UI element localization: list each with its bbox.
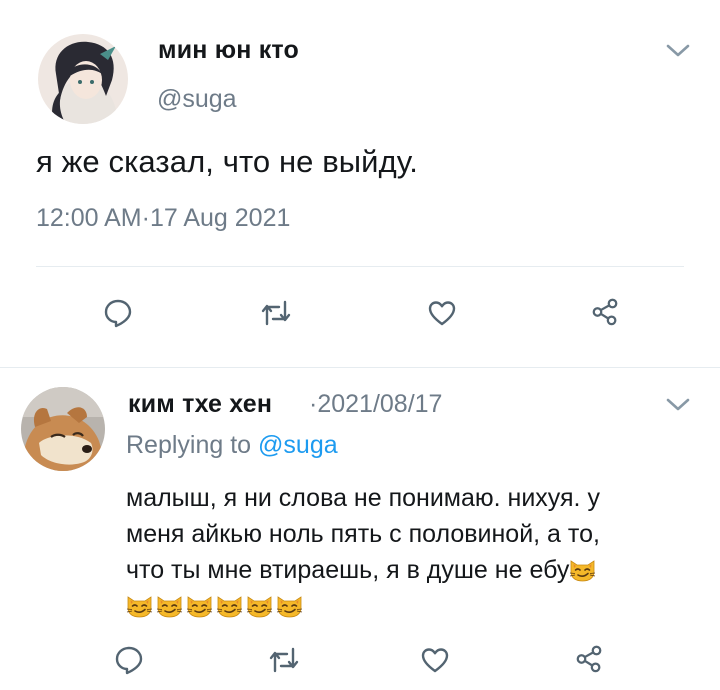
smirking-cat-emoji-icon [246, 592, 273, 618]
mention-link[interactable]: @suga [258, 431, 338, 459]
chevron-down-icon[interactable] [665, 397, 691, 413]
smirking-cat-emoji-icon [569, 556, 596, 582]
reply-text-line: что ты мне втираешь, я в душе не ебу [126, 556, 570, 584]
smirking-cat-emoji-icon [186, 592, 213, 618]
reply-text-line: малыш, я ни слова не понимаю. нихуя. у [126, 484, 600, 512]
divider [36, 266, 684, 267]
share-icon[interactable] [574, 643, 604, 673]
reply-emoji-line [126, 588, 706, 624]
smirking-cat-emoji-icon [276, 592, 303, 618]
smirking-cat-emoji-icon [216, 592, 243, 618]
emoji-group [126, 592, 303, 618]
smirking-cat-emoji-icon [156, 592, 183, 618]
tweet-timestamp[interactable]: 12:00 AM·17 Aug 2021 [36, 204, 290, 233]
reply-author-avatar[interactable] [21, 387, 105, 471]
reply-text-line: меня айкью ноль пять с половиной, а то, [126, 520, 600, 548]
replying-to: Replying to @suga [126, 431, 338, 460]
author-avatar[interactable] [38, 34, 128, 124]
author-handle[interactable]: @suga [157, 85, 237, 114]
reply-author-display-name[interactable]: ким тхе хен [128, 390, 272, 419]
retweet-icon[interactable] [269, 645, 299, 675]
heart-icon[interactable] [420, 645, 450, 675]
tweet-text: я же сказал, что не выйду. [36, 144, 418, 179]
author-display-name[interactable]: мин юн кто [158, 36, 299, 65]
reply-text: малыш, я ни слова не понимаю. нихуя. у м… [126, 480, 706, 624]
replying-to-label: Replying to [126, 431, 259, 459]
share-icon[interactable] [590, 296, 620, 326]
speech-bubble-icon[interactable] [103, 298, 133, 328]
retweet-icon[interactable] [261, 298, 291, 328]
speech-bubble-icon[interactable] [114, 645, 144, 675]
emoji-group [569, 556, 596, 582]
reply-date[interactable]: ·2021/08/17 [309, 390, 442, 419]
reply-text-line-3: что ты мне втираешь, я в душе не ебу [126, 552, 706, 588]
smirking-cat-emoji-icon [126, 592, 153, 618]
chevron-down-icon[interactable] [665, 43, 691, 59]
divider [0, 367, 720, 368]
heart-icon[interactable] [427, 298, 457, 328]
